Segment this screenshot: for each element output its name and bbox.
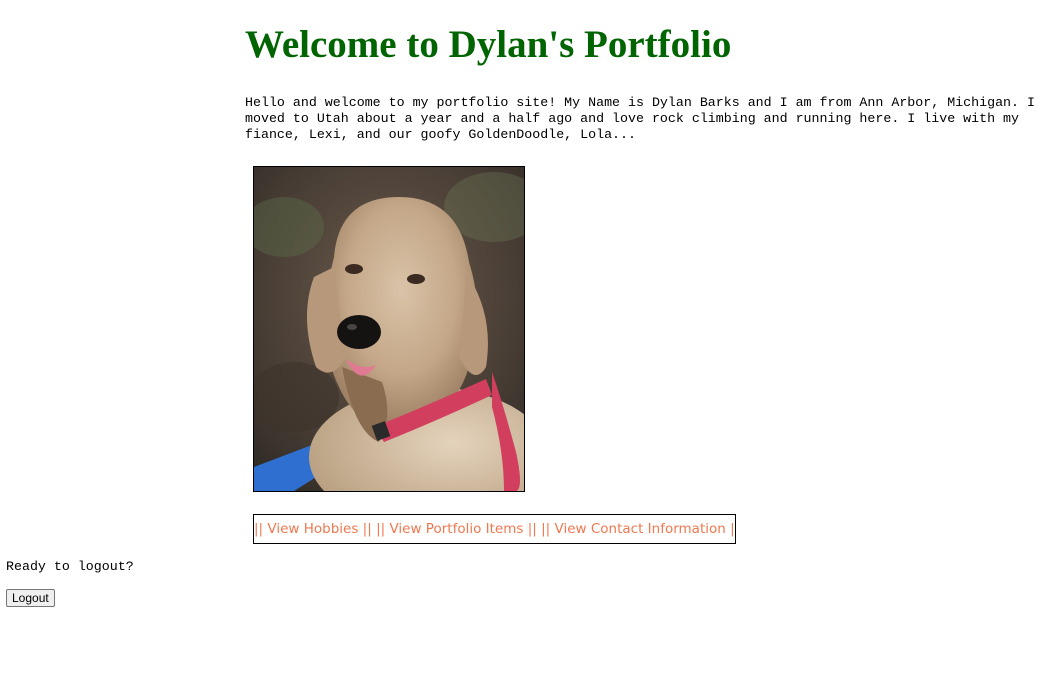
view-hobbies-link[interactable]: View Hobbies	[267, 521, 358, 537]
nav-separator: ||	[541, 521, 551, 537]
nav-separator: ||	[527, 521, 537, 537]
nav-separator: ||	[362, 521, 372, 537]
nav-links: || View Hobbies || || View Portfolio Ite…	[253, 514, 736, 544]
view-portfolio-link[interactable]: View Portfolio Items	[389, 521, 523, 537]
intro-text: Hello and welcome to my portfolio site! …	[245, 95, 1035, 142]
logout-button[interactable]: Logout	[6, 589, 55, 607]
dog-photo	[253, 166, 525, 492]
page-title: Welcome to Dylan's Portfolio	[245, 23, 732, 66]
logout-prompt: Ready to logout?	[6, 559, 134, 574]
nav-separator: ||	[254, 521, 264, 537]
view-contact-link[interactable]: View Contact Information	[555, 521, 726, 537]
nav-separator: ||	[730, 521, 735, 537]
nav-separator: ||	[376, 521, 386, 537]
